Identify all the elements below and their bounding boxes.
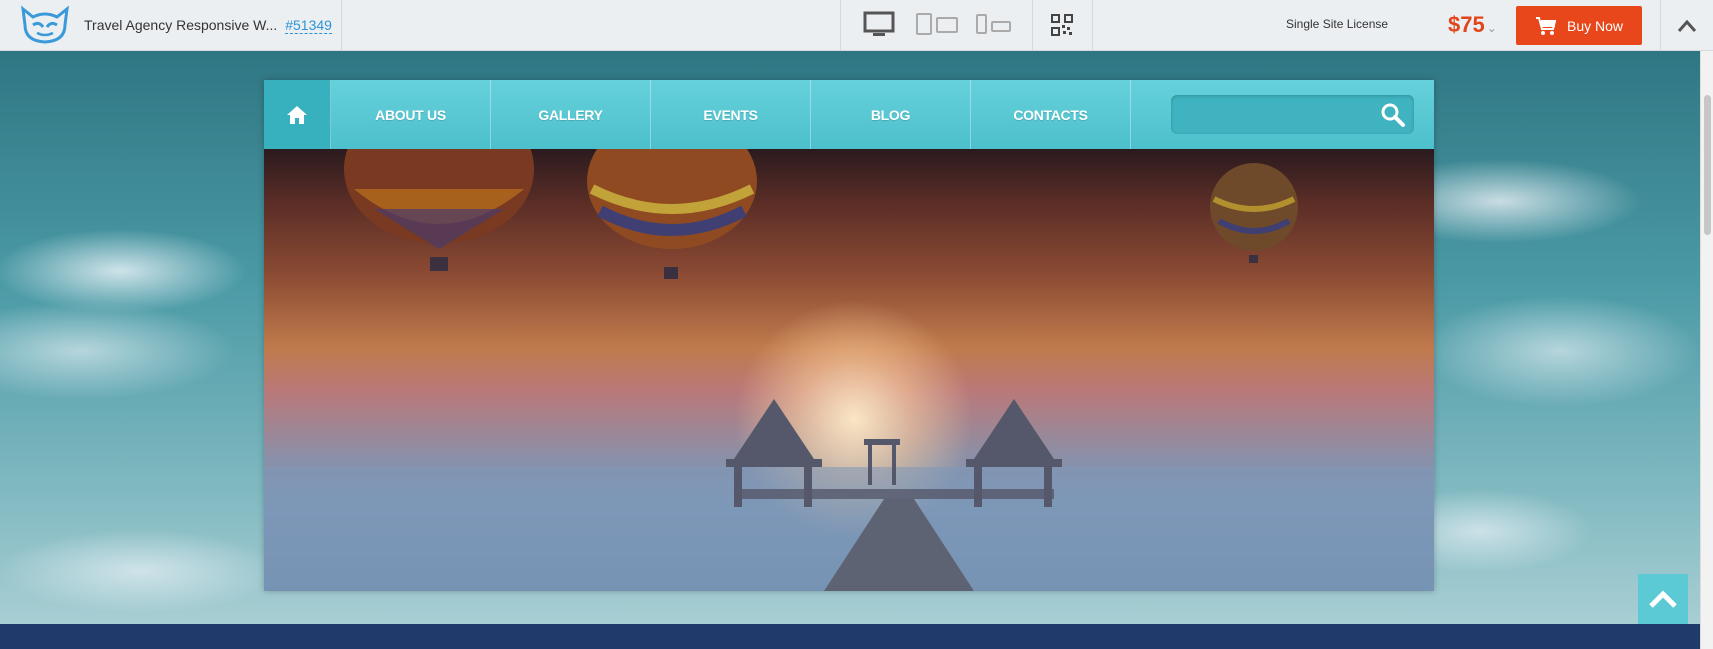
mobile-view-icon[interactable] xyxy=(974,10,1014,40)
hero-illustration xyxy=(264,149,1434,591)
scrollbar[interactable] xyxy=(1700,51,1713,649)
divider xyxy=(1660,0,1661,51)
template-id-link[interactable]: #51349 xyxy=(285,17,332,34)
nav-item-blog[interactable]: BLOG xyxy=(811,80,971,149)
collapse-bar-button[interactable] xyxy=(1672,12,1702,40)
search-icon xyxy=(1381,103,1405,127)
divider xyxy=(1092,0,1093,51)
pier-pavilions xyxy=(726,399,1062,507)
nav-item-events[interactable]: EVENTS xyxy=(651,80,811,149)
chevron-up-icon xyxy=(1677,19,1697,32)
preview-topbar: Travel Agency Responsive W... #51349 Sin… xyxy=(0,0,1713,51)
scroll-to-top-button[interactable] xyxy=(1638,574,1688,624)
cart-icon xyxy=(1535,16,1557,35)
divider xyxy=(1032,0,1033,51)
site-container: ABOUT US GALLERY EVENTS BLOG CONTACTS xyxy=(264,80,1434,591)
desktop-view-icon[interactable] xyxy=(862,10,896,40)
qr-code-icon[interactable] xyxy=(1050,10,1074,40)
nav-item-gallery[interactable]: GALLERY xyxy=(491,80,651,149)
price-value: $75 xyxy=(1448,12,1485,37)
nav-item-about-us[interactable]: ABOUT US xyxy=(331,80,491,149)
hot-air-balloon xyxy=(587,149,757,279)
footer-strip xyxy=(0,624,1700,649)
search-box xyxy=(1171,95,1414,134)
hot-air-balloon xyxy=(344,149,534,271)
divider xyxy=(341,0,342,51)
search-button[interactable] xyxy=(1380,102,1406,128)
license-label[interactable]: Single Site License xyxy=(1286,17,1388,31)
template-title: Travel Agency Responsive W... xyxy=(84,17,278,33)
search-input[interactable] xyxy=(1171,95,1371,134)
buy-now-button[interactable]: Buy Now xyxy=(1516,6,1642,45)
tablet-view-icon[interactable] xyxy=(914,10,962,40)
nav-home-button[interactable] xyxy=(264,80,331,149)
hot-air-balloon xyxy=(1210,163,1298,263)
main-navigation: ABOUT US GALLERY EVENTS BLOG CONTACTS xyxy=(264,80,1434,149)
price[interactable]: $75 ⌄ xyxy=(1448,12,1497,38)
scrollbar-thumb[interactable] xyxy=(1704,95,1711,235)
chevron-down-icon: ⌄ xyxy=(1486,21,1497,35)
nav-item-contacts[interactable]: CONTACTS xyxy=(971,80,1131,149)
hero-image-slider xyxy=(264,149,1434,591)
templatemonster-logo-icon[interactable] xyxy=(10,0,80,51)
divider xyxy=(840,0,841,51)
buy-now-label: Buy Now xyxy=(1566,17,1624,34)
chevron-up-icon xyxy=(1649,590,1677,608)
home-icon xyxy=(287,105,307,124)
